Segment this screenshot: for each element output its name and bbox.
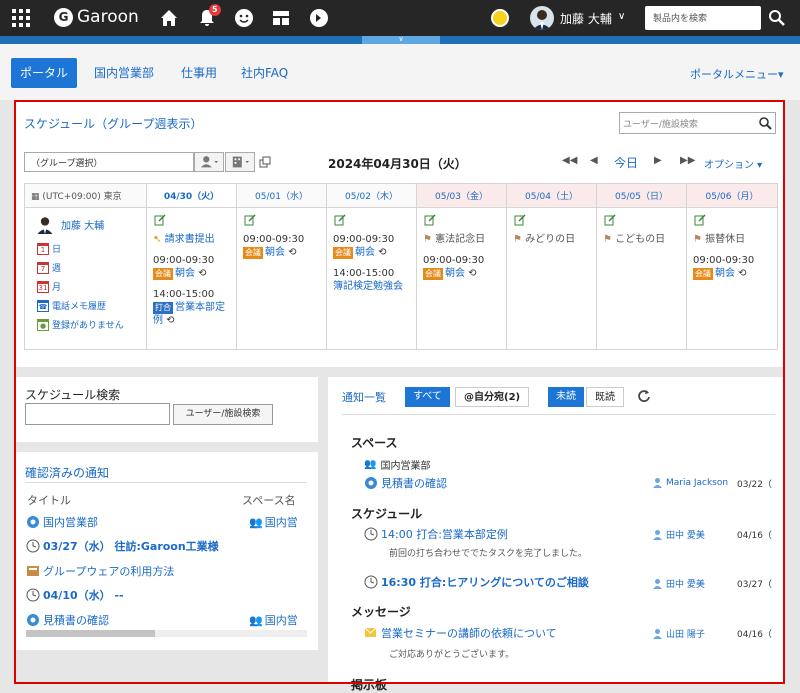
collapse-header-button[interactable]: ∨ — [362, 36, 440, 44]
app-menu-icon[interactable] — [12, 9, 30, 27]
tab-domestic-sales[interactable]: 国内営業部 — [85, 58, 163, 88]
user-photo-icon — [533, 10, 551, 30]
app-name: Garoon — [77, 7, 139, 27]
home-icon[interactable] — [158, 7, 180, 29]
tab-portal[interactable]: ポータル — [11, 58, 78, 88]
user-name[interactable]: 加藤 大輔 — [560, 10, 612, 27]
top-bar: G Garoon 5 加藤 大輔 ∨ 製品内を検索 — [0, 0, 800, 36]
header-stripe: ∨ — [0, 36, 800, 44]
chevron-down-icon[interactable]: ∨ — [618, 11, 625, 22]
notification-button[interactable]: 5 — [196, 4, 221, 29]
highlight-frame — [14, 100, 785, 684]
product-search-input[interactable]: 製品内を検索 — [645, 6, 761, 30]
presence-icon[interactable] — [491, 9, 509, 27]
garoon-logo[interactable]: G Garoon — [54, 7, 139, 27]
layout-icon[interactable] — [270, 7, 292, 29]
smiley-icon[interactable] — [233, 7, 255, 29]
kintone-icon[interactable] — [308, 7, 330, 29]
tab-faq[interactable]: 社内FAQ — [232, 58, 297, 88]
portal-menu[interactable]: ポータルメニュー▾ — [690, 66, 784, 82]
notification-badge: 5 — [209, 4, 221, 16]
portal-nav: ポータル 国内営業部 仕事用 社内FAQ ポータルメニュー▾ — [0, 44, 800, 100]
search-icon[interactable] — [768, 9, 786, 27]
tab-work[interactable]: 仕事用 — [172, 58, 226, 88]
user-avatar[interactable] — [530, 6, 554, 30]
